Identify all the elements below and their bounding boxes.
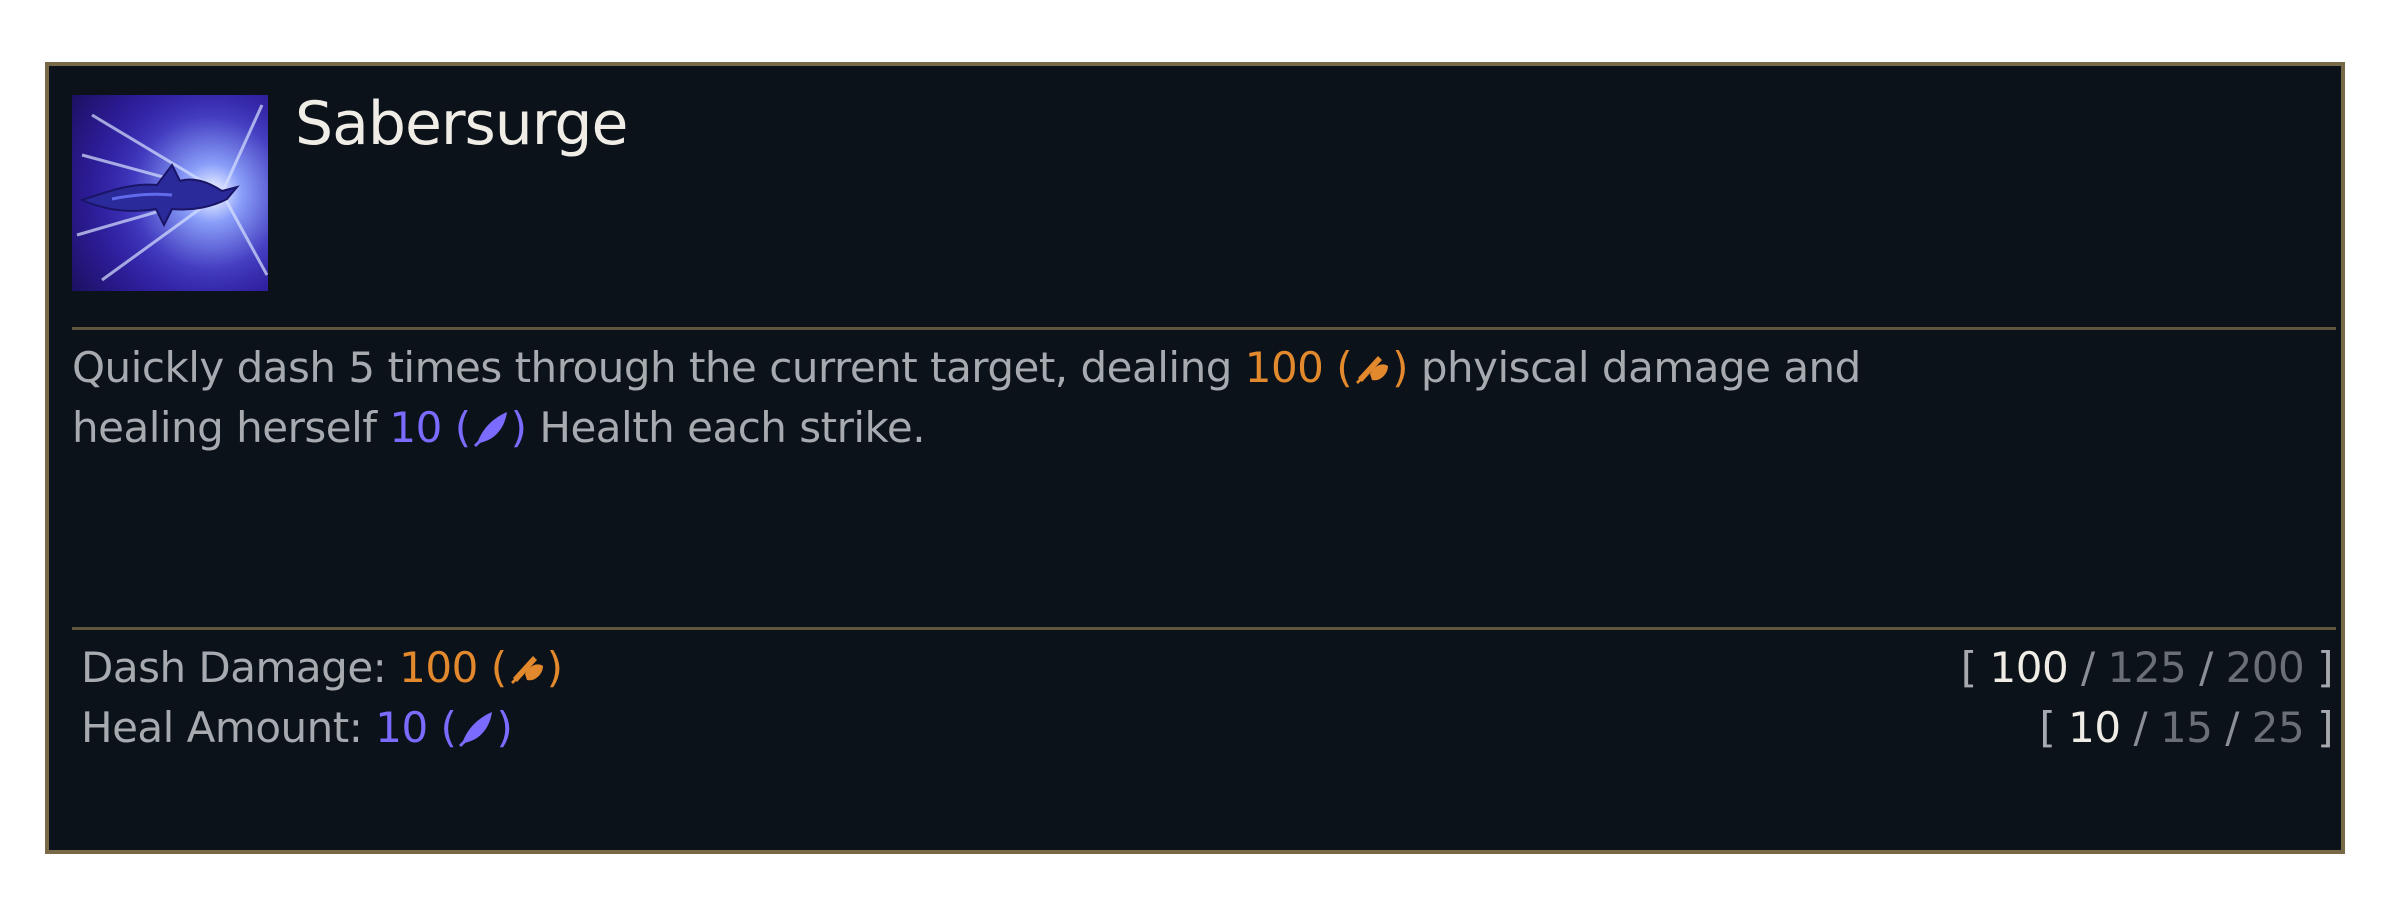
divider-bottom [72, 627, 2336, 630]
ability-power-icon [459, 712, 493, 748]
rank-1-value: 100 [1989, 643, 2069, 692]
attack-damage-icon [510, 656, 543, 684]
ability-power-icon [473, 412, 507, 448]
description-damage-value: 100 () [1244, 343, 1409, 392]
divider-top [72, 327, 2336, 330]
stat-label: Heal Amount: [81, 703, 376, 752]
rank-1-value: 10 [2068, 703, 2121, 752]
description-text-3: Health each strike. [526, 403, 926, 452]
stat-row-dash-damage: Dash Damage: 100 () [ 100 / 125 / 200 ] [81, 638, 2333, 698]
description-heal-value: 10 () [389, 403, 527, 452]
stat-label: Dash Damage: [81, 643, 400, 692]
attack-damage-icon [1356, 356, 1389, 384]
stat-row-heal-amount: Heal Amount: 10 () [ 10 / 15 / 25 ] [81, 698, 2333, 758]
stats-section: Dash Damage: 100 () [ 100 / 125 / 200 ] … [81, 638, 2333, 758]
dashing-figure-ability-icon [72, 95, 268, 291]
rank-3-value: 25 [2251, 703, 2305, 752]
rank-values: [ 100 / 125 / 200 ] [1960, 643, 2334, 692]
rank-2-value: 15 [2159, 703, 2213, 752]
stat-value: 100 () [399, 643, 563, 692]
rank-2-value: 125 [2107, 643, 2187, 692]
ability-description: Quickly dash 5 times through the current… [72, 338, 1972, 458]
ability-tooltip: Sabersurge Quickly dash 5 times through … [45, 62, 2345, 854]
rank-values: [ 10 / 15 / 25 ] [2039, 703, 2333, 752]
description-text-1: Quickly dash 5 times through the current… [72, 343, 1245, 392]
stat-value: 10 () [375, 703, 513, 752]
ability-title: Sabersurge [295, 89, 628, 159]
rank-3-value: 200 [2225, 643, 2305, 692]
